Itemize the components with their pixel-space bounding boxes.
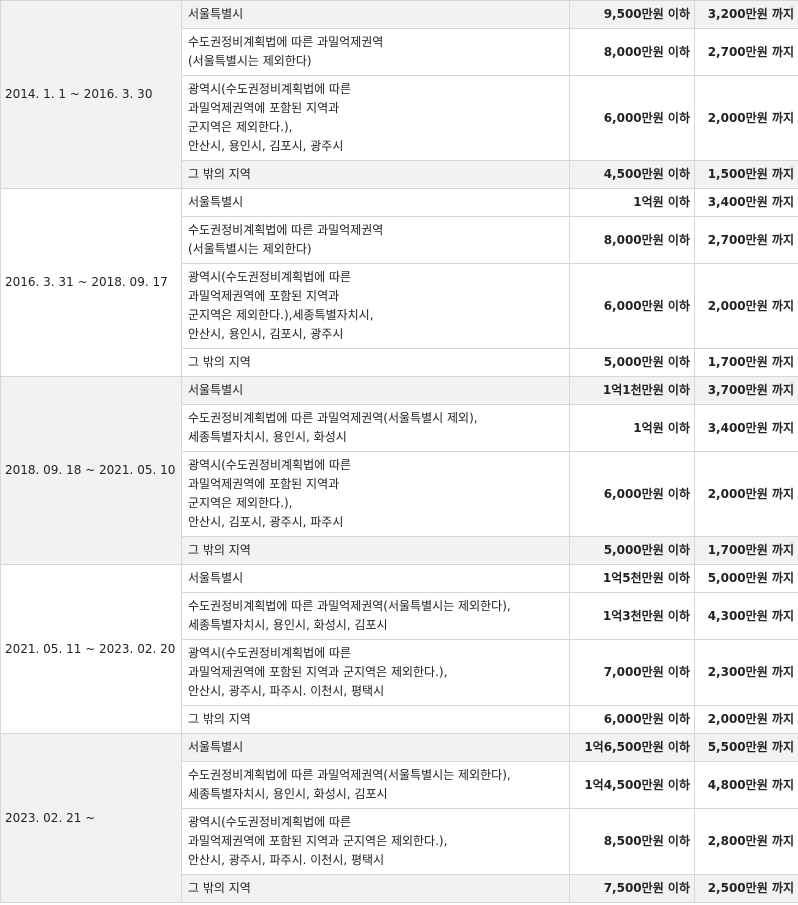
table-row: 2023. 02. 21 ~ 서울특별시 1억6,500만원 이하 5,500만… [0,733,798,903]
region-cell: 서울특별시 [181,376,570,405]
deposit-cell: 7,000만원 이하 [569,639,695,706]
region-cell: 수도권정비계획법에 따른 과밀억제권역 (서울특별시는 제외한다) [181,216,570,264]
deposit-cell: 9,500만원 이하 [569,0,695,29]
deposit-cell: 4,500만원 이하 [569,160,695,189]
region-cell: 광역시(수도권정비계획법에 따른 과밀억제권역에 포함된 지역과 군지역은 제외… [181,263,570,349]
deposit-cell: 6,000만원 이하 [569,705,695,734]
amount-cell: 5,500만원 까지 [694,733,798,762]
amount-cell: 2,300만원 까지 [694,639,798,706]
deposit-cell: 1억1천만원 이하 [569,376,695,405]
region-cell: 수도권정비계획법에 따른 과밀억제권역(서울특별시는 제외한다), 세종특별자치… [181,761,570,809]
amount-cell: 2,500만원 까지 [694,874,798,903]
region-cell: 수도권정비계획법에 따른 과밀억제권역(서울특별시 제외), 세종특별자치시, … [181,404,570,452]
amount-cell: 2,000만원 까지 [694,451,798,537]
amount-cell: 2,800만원 까지 [694,808,798,875]
region-cell: 서울특별시 [181,188,570,217]
amount-cell: 5,000만원 까지 [694,564,798,593]
amount-cell: 1,500만원 까지 [694,160,798,189]
table-row: 2021. 05. 11 ~ 2023. 02. 20 서울특별시 1억5천만원… [0,564,798,734]
amount-cell: 3,200만원 까지 [694,0,798,29]
deposit-cell: 5,000만원 이하 [569,536,695,565]
region-cell: 그 밖의 지역 [181,348,570,377]
amount-cell: 4,800만원 까지 [694,761,798,809]
region-cell: 수도권정비계획법에 따른 과밀억제권역(서울특별시는 제외한다), 세종특별자치… [181,592,570,640]
deposit-cell: 1억3천만원 이하 [569,592,695,640]
region-cell: 서울특별시 [181,0,570,29]
region-cell: 수도권정비계획법에 따른 과밀억제권역 (서울특별시는 제외한다) [181,28,570,76]
region-cell: 그 밖의 지역 [181,160,570,189]
deposit-cell: 8,000만원 이하 [569,216,695,264]
table-row: 2014. 1. 1 ~ 2016. 3. 30 서울특별시 9,500만원 이… [0,0,798,189]
amount-cell: 2,000만원 까지 [694,75,798,161]
amount-cell: 2,000만원 까지 [694,263,798,349]
region-cell: 서울특별시 [181,564,570,593]
region-cell: 광역시(수도권정비계획법에 따른 과밀억제권역에 포함된 지역과 군지역은 제외… [181,808,570,875]
deposit-cell: 5,000만원 이하 [569,348,695,377]
region-cell: 광역시(수도권정비계획법에 따른 과밀억제권역에 포함된 지역과 군지역은 제외… [181,75,570,161]
amount-cell: 3,400만원 까지 [694,404,798,452]
deposit-cell: 1억원 이하 [569,404,695,452]
region-cell: 광역시(수도권정비계획법에 따른 과밀억제권역에 포함된 지역과 군지역은 제외… [181,451,570,537]
amount-cell: 2,000만원 까지 [694,705,798,734]
period-cell: 2014. 1. 1 ~ 2016. 3. 30 [0,0,182,189]
deposit-cell: 1억원 이하 [569,188,695,217]
deposit-cell: 7,500만원 이하 [569,874,695,903]
deposit-cell: 6,000만원 이하 [569,75,695,161]
amount-cell: 2,700만원 까지 [694,216,798,264]
amount-cell: 3,400만원 까지 [694,188,798,217]
region-cell: 그 밖의 지역 [181,536,570,565]
deposit-cell: 6,000만원 이하 [569,263,695,349]
deposit-cell: 1억4,500만원 이하 [569,761,695,809]
deposit-cell: 8,500만원 이하 [569,808,695,875]
period-cell: 2021. 05. 11 ~ 2023. 02. 20 [0,564,182,734]
deposit-cell: 6,000만원 이하 [569,451,695,537]
table-row: 2016. 3. 31 ~ 2018. 09. 17 서울특별시 1억원 이하 … [0,188,798,377]
region-cell: 그 밖의 지역 [181,874,570,903]
period-cell: 2018. 09. 18 ~ 2021. 05. 10 [0,376,182,565]
period-cell: 2023. 02. 21 ~ [0,733,182,903]
amount-cell: 3,700만원 까지 [694,376,798,405]
amount-cell: 1,700만원 까지 [694,348,798,377]
period-cell: 2016. 3. 31 ~ 2018. 09. 17 [0,188,182,377]
deposit-protection-table: 2014. 1. 1 ~ 2016. 3. 30 서울특별시 9,500만원 이… [0,0,798,903]
amount-cell: 2,700만원 까지 [694,28,798,76]
deposit-cell: 1억5천만원 이하 [569,564,695,593]
amount-cell: 4,300만원 까지 [694,592,798,640]
amount-cell: 1,700만원 까지 [694,536,798,565]
region-cell: 광역시(수도권정비계획법에 따른 과밀억제권역에 포함된 지역과 군지역은 제외… [181,639,570,706]
table-row: 2018. 09. 18 ~ 2021. 05. 10 서울특별시 1억1천만원… [0,376,798,565]
region-cell: 그 밖의 지역 [181,705,570,734]
deposit-cell: 8,000만원 이하 [569,28,695,76]
region-cell: 서울특별시 [181,733,570,762]
deposit-cell: 1억6,500만원 이하 [569,733,695,762]
